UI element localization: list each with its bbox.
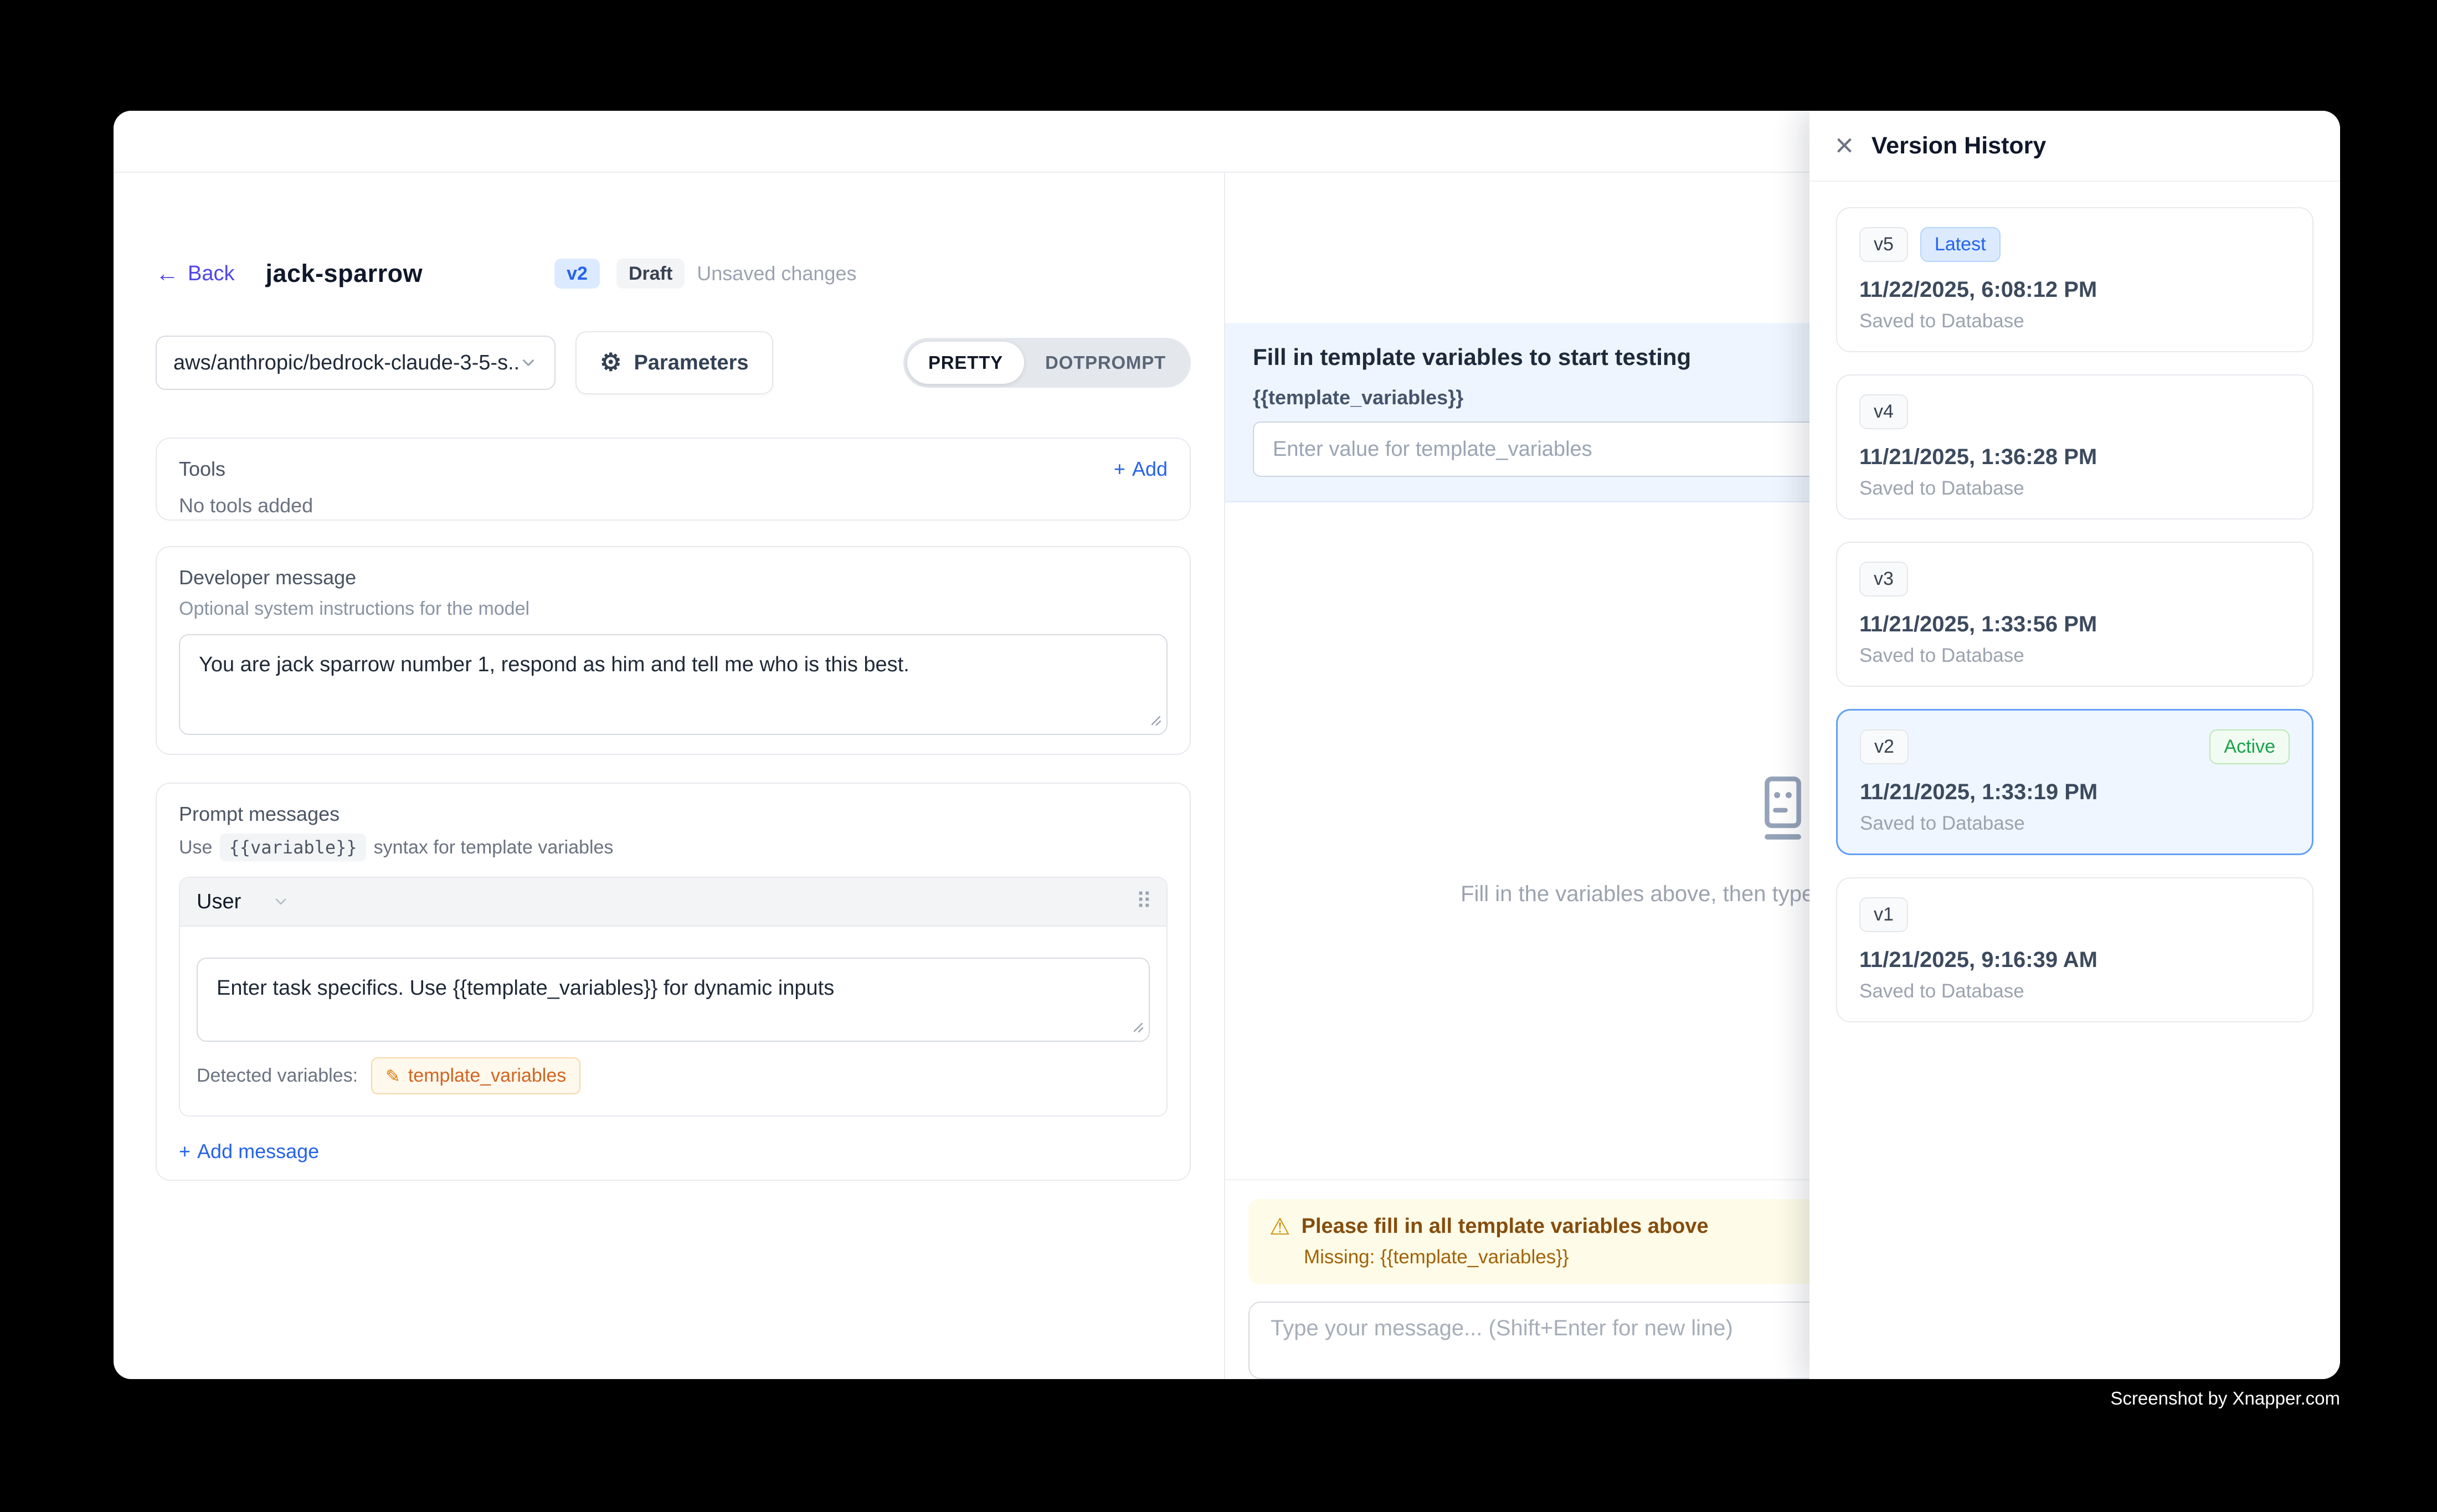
variable-chip-label: template_variables bbox=[408, 1065, 566, 1087]
version-card-v4[interactable]: v4 11/21/2025, 1:36:28 PM Saved to Datab… bbox=[1836, 374, 2313, 520]
version-card-v5[interactable]: v5 Latest 11/22/2025, 6:08:12 PM Saved t… bbox=[1836, 207, 2313, 352]
developer-message-label: Developer message bbox=[179, 566, 1168, 589]
tools-card: Tools + Add No tools added bbox=[156, 438, 1191, 521]
message-block: User ⠿ Enter task specifics. Use {{templ… bbox=[179, 877, 1168, 1117]
version-timestamp: 11/22/2025, 6:08:12 PM bbox=[1859, 277, 2290, 302]
developer-message-card: Developer message Optional system instru… bbox=[156, 546, 1191, 755]
detected-variables-row: Detected variables: ✎ template_variables bbox=[197, 1057, 1150, 1099]
prompt-messages-card: Prompt messages Use {{variable}} syntax … bbox=[156, 783, 1191, 1181]
active-badge: Active bbox=[2209, 729, 2290, 764]
message-role-row: User ⠿ bbox=[180, 878, 1166, 927]
model-select-value: aws/anthropic/bedrock-claude-3-5-s... bbox=[173, 351, 519, 375]
prompt-messages-label: Prompt messages bbox=[179, 803, 1168, 826]
version-list: v5 Latest 11/22/2025, 6:08:12 PM Saved t… bbox=[1809, 182, 2340, 1048]
variable-syntax-chip: {{variable}} bbox=[220, 834, 366, 861]
version-card-v1[interactable]: v1 11/21/2025, 9:16:39 AM Saved to Datab… bbox=[1836, 877, 2313, 1022]
back-arrow-icon: ← bbox=[156, 262, 179, 285]
version-number-badge: v3 bbox=[1859, 562, 1908, 596]
draft-badge: Draft bbox=[616, 259, 685, 289]
drag-handle-icon[interactable]: ⠿ bbox=[1136, 889, 1150, 914]
model-toolbar: aws/anthropic/bedrock-claude-3-5-s... ⚙ … bbox=[156, 331, 1191, 394]
version-number-badge: v2 bbox=[1860, 729, 1909, 764]
version-timestamp: 11/21/2025, 1:36:28 PM bbox=[1859, 445, 2290, 470]
back-button[interactable]: ← Back bbox=[156, 262, 234, 286]
version-card-v2[interactable]: v2 Active 11/21/2025, 1:33:19 PM Saved t… bbox=[1836, 709, 2313, 855]
prompt-editor-panel: ← Back jack-sparrow v2 Draft Unsaved cha… bbox=[114, 173, 1225, 1379]
version-storage: Saved to Database bbox=[1860, 812, 2290, 835]
tools-empty-text: No tools added bbox=[179, 494, 1168, 517]
version-timestamp: 11/21/2025, 1:33:19 PM bbox=[1860, 780, 2290, 805]
chevron-down-icon bbox=[272, 893, 290, 911]
header-badges: v2 Draft bbox=[554, 259, 685, 289]
view-mode-toggle: PRETTY DOTPROMPT bbox=[903, 338, 1191, 388]
version-card-v3[interactable]: v3 11/21/2025, 1:33:56 PM Saved to Datab… bbox=[1836, 542, 2313, 687]
version-storage: Saved to Database bbox=[1859, 645, 2290, 667]
toggle-pretty[interactable]: PRETTY bbox=[907, 342, 1024, 384]
pencil-icon: ✎ bbox=[385, 1066, 400, 1087]
bot-icon bbox=[1754, 775, 1812, 845]
role-select-value: User bbox=[197, 890, 241, 914]
app-window: ← Back jack-sparrow v2 Draft Unsaved cha… bbox=[114, 111, 2340, 1379]
add-message-label: Add message bbox=[197, 1140, 319, 1163]
latest-badge: Latest bbox=[1920, 227, 2001, 262]
warning-title: Please fill in all template variables ab… bbox=[1302, 1215, 1709, 1238]
add-message-button[interactable]: + Add message bbox=[179, 1140, 1168, 1163]
variable-syntax-hint: Use {{variable}} syntax for template var… bbox=[179, 834, 1168, 861]
gear-icon: ⚙ bbox=[600, 351, 621, 375]
version-number-badge: v1 bbox=[1859, 897, 1908, 932]
add-tool-button[interactable]: + Add bbox=[1114, 457, 1168, 481]
version-history-header: × Version History bbox=[1809, 111, 2340, 182]
page-title: jack-sparrow bbox=[265, 259, 423, 288]
hint-suffix: syntax for template variables bbox=[374, 837, 614, 858]
close-icon[interactable]: × bbox=[1835, 130, 1854, 162]
document-header: ← Back jack-sparrow v2 Draft Unsaved cha… bbox=[156, 256, 1191, 291]
watermark-text: Screenshot by Xnapper.com bbox=[2110, 1388, 2340, 1409]
version-number-badge: v4 bbox=[1859, 394, 1908, 429]
detected-variables-label: Detected variables: bbox=[197, 1065, 358, 1087]
message-body: Enter task specifics. Use {{template_var… bbox=[180, 927, 1166, 1115]
tools-label: Tools bbox=[179, 457, 225, 481]
parameters-label: Parameters bbox=[634, 351, 748, 375]
add-tool-label: Add bbox=[1132, 457, 1168, 481]
version-badge: v2 bbox=[554, 259, 600, 289]
hint-prefix: Use bbox=[179, 837, 212, 858]
variable-chip[interactable]: ✎ template_variables bbox=[371, 1057, 580, 1094]
model-select[interactable]: aws/anthropic/bedrock-claude-3-5-s... bbox=[156, 336, 556, 390]
toggle-dotprompt[interactable]: DOTPROMPT bbox=[1024, 342, 1187, 384]
plus-icon: + bbox=[1114, 457, 1125, 481]
version-storage: Saved to Database bbox=[1859, 980, 2290, 1002]
version-storage: Saved to Database bbox=[1859, 310, 2290, 332]
version-history-title: Version History bbox=[1872, 132, 2046, 160]
version-number-badge: v5 bbox=[1859, 227, 1908, 262]
warning-icon: ⚠ bbox=[1269, 1215, 1291, 1238]
parameters-button[interactable]: ⚙ Parameters bbox=[575, 331, 773, 394]
user-message-textarea[interactable]: Enter task specifics. Use {{template_var… bbox=[197, 958, 1150, 1042]
back-label: Back bbox=[188, 262, 234, 286]
developer-message-subtitle: Optional system instructions for the mod… bbox=[179, 598, 1168, 620]
version-timestamp: 11/21/2025, 1:33:56 PM bbox=[1859, 612, 2290, 637]
unsaved-changes-text: Unsaved changes bbox=[697, 262, 856, 285]
version-storage: Saved to Database bbox=[1859, 477, 2290, 500]
role-select[interactable]: User bbox=[197, 890, 290, 914]
version-timestamp: 11/21/2025, 9:16:39 AM bbox=[1859, 948, 2290, 973]
version-history-panel: × Version History v5 Latest 11/22/2025, … bbox=[1809, 111, 2340, 1379]
plus-icon: + bbox=[179, 1140, 191, 1163]
chevron-down-icon bbox=[519, 353, 538, 372]
developer-message-textarea[interactable]: You are jack sparrow number 1, respond a… bbox=[179, 634, 1168, 735]
